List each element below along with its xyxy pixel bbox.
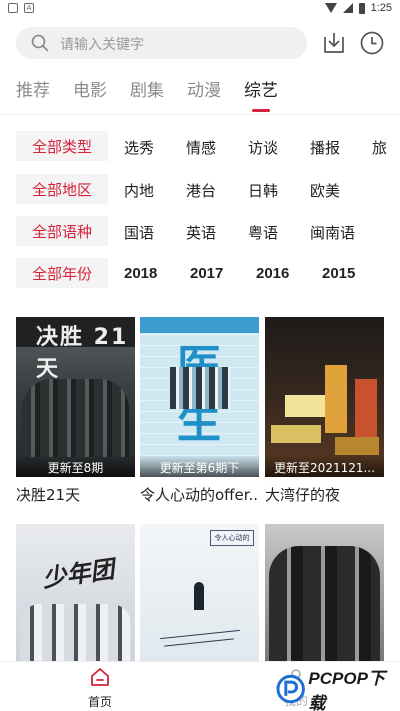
filter-option[interactable]: 旅 xyxy=(372,137,387,158)
card-title[interactable]: 大湾仔的夜 xyxy=(265,484,384,505)
poster-caption: 更新至8期 xyxy=(16,455,135,477)
filter-option[interactable]: 播报 xyxy=(310,137,340,158)
filter-language-all[interactable]: 全部语种 xyxy=(16,216,108,246)
nav-home[interactable]: 首页 xyxy=(80,666,120,710)
filter-option[interactable]: 2016 xyxy=(256,265,289,282)
card-title[interactable]: 令人心动的offer... xyxy=(140,484,259,505)
filter-option[interactable]: 粤语 xyxy=(248,222,278,243)
filter-year-all[interactable]: 全部年份 xyxy=(16,258,108,288)
watermark-text: PCPOP下载 xyxy=(308,669,385,711)
filter-row-year: 全部年份 2018 2017 2016 2015 xyxy=(16,258,400,288)
show-card[interactable] xyxy=(265,524,384,661)
filter-option[interactable]: 英语 xyxy=(186,222,216,243)
status-bar: A 1:25 xyxy=(0,0,400,18)
notification-icon xyxy=(8,3,18,13)
poster-image[interactable] xyxy=(265,524,384,661)
history-icon[interactable] xyxy=(358,29,386,57)
card-title[interactable]: 决胜21天 xyxy=(16,484,135,505)
app-notification-icon: A xyxy=(24,3,34,13)
category-tabs: 推荐 电影 剧集 动漫 综艺 xyxy=(16,76,301,112)
notification-icons: A xyxy=(8,3,34,13)
tab-recommend[interactable]: 推荐 xyxy=(16,76,50,104)
filter-row-language: 全部语种 国语 英语 粤语 闽南语 xyxy=(16,216,400,246)
search-icon xyxy=(31,34,49,52)
poster-title-text: 令人心动的offer xyxy=(210,530,254,546)
tab-variety[interactable]: 综艺 xyxy=(244,76,278,112)
divider xyxy=(0,114,400,115)
poster-caption: 更新至第6期下 xyxy=(140,455,259,477)
tab-series[interactable]: 剧集 xyxy=(130,76,164,104)
status-time: 1:25 xyxy=(370,2,392,14)
wifi-icon xyxy=(324,3,337,13)
poster-image[interactable]: 令人心动的offer xyxy=(140,524,259,661)
home-icon xyxy=(91,668,109,686)
signal-icon xyxy=(342,3,353,13)
filter-type-all[interactable]: 全部类型 xyxy=(16,131,108,161)
battery-icon xyxy=(358,2,365,14)
show-card[interactable]: 少年团 xyxy=(16,524,135,661)
system-status: 1:25 xyxy=(324,2,392,14)
filter-option[interactable]: 内地 xyxy=(124,180,154,201)
pcpop-logo-icon xyxy=(276,674,305,704)
poster-caption: 更新至2021121... xyxy=(265,455,384,477)
poster-image[interactable]: 决胜 21天 更新至8期 xyxy=(16,317,135,477)
poster-title-text: 决胜 21天 xyxy=(36,325,129,382)
filter-option[interactable]: 2017 xyxy=(190,265,223,282)
filter-option[interactable]: 国语 xyxy=(124,222,154,243)
filter-option[interactable]: 2015 xyxy=(322,265,355,282)
tab-anime[interactable]: 动漫 xyxy=(187,76,221,104)
filter-region-all[interactable]: 全部地区 xyxy=(16,174,108,204)
poster-image[interactable]: 医 生 更新至第6期下 xyxy=(140,317,259,477)
filter-option[interactable]: 闽南语 xyxy=(310,222,355,243)
poster-image[interactable]: 更新至2021121... xyxy=(265,317,384,477)
pcpop-watermark: PCPOP下载 xyxy=(276,669,400,711)
download-icon[interactable] xyxy=(320,29,348,57)
filter-option[interactable]: 情感 xyxy=(186,137,216,158)
nav-home-label: 首页 xyxy=(87,695,112,709)
filter-row-type: 全部类型 选秀 情感 访谈 播报 旅 xyxy=(16,131,400,161)
search-placeholder: 请输入关键字 xyxy=(60,37,144,53)
filter-option[interactable]: 欧美 xyxy=(310,180,340,201)
poster-title-text: 少年团 xyxy=(40,555,116,593)
filter-option[interactable]: 日韩 xyxy=(248,180,278,201)
filter-row-region: 全部地区 内地 港台 日韩 欧美 xyxy=(16,174,400,204)
filter-option[interactable]: 访谈 xyxy=(248,137,278,158)
poster-image[interactable]: 少年团 xyxy=(16,524,135,661)
poster-title-text xyxy=(269,546,380,661)
filter-option[interactable]: 选秀 xyxy=(124,137,154,158)
show-card[interactable]: 令人心动的offer xyxy=(140,524,259,661)
tab-movie[interactable]: 电影 xyxy=(73,76,107,104)
filter-option[interactable]: 2018 xyxy=(124,265,157,282)
filter-option[interactable]: 港台 xyxy=(186,180,216,201)
search-input[interactable]: 请输入关键字 xyxy=(16,27,307,59)
